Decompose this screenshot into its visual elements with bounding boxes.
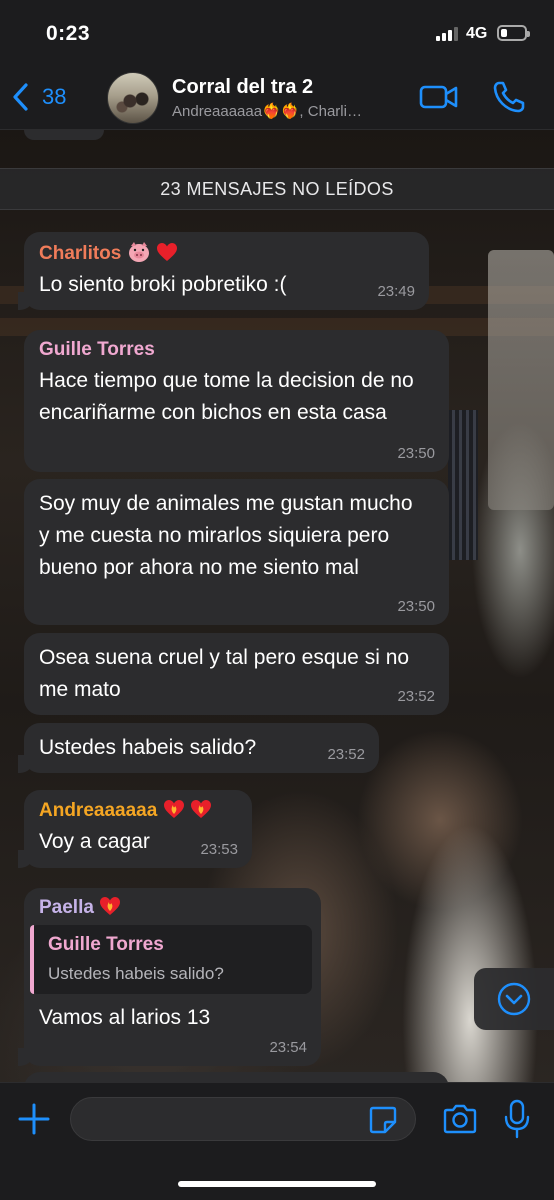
previous-message-bubble <box>24 130 104 140</box>
camera-icon[interactable] <box>442 1103 478 1135</box>
message-bubble[interactable]: Guille Torres Hace tiempo que tome la de… <box>24 330 449 472</box>
sticker-icon[interactable] <box>368 1105 398 1135</box>
chat-header: 38 Corral del tra 2 Andreaaaaaa❤️‍🔥❤️‍🔥,… <box>0 64 554 130</box>
message-time: 23:49 <box>377 283 415 300</box>
message-text: Soy muy de animales me gustan mucho y me… <box>39 492 413 579</box>
message-text: Vamos al larios 13 <box>39 1006 211 1029</box>
quote-text: Ustedes habeis salido? <box>48 964 224 983</box>
microphone-icon[interactable] <box>504 1099 530 1139</box>
unread-messages-banner: 23 MENSAJES NO LEÍDOS <box>0 168 554 210</box>
message-text: Ustedes habeis salido? <box>39 736 257 759</box>
message-bubble[interactable]: Osea suena cruel y tal pero esque si no … <box>24 633 449 715</box>
video-camera-icon[interactable] <box>418 82 460 112</box>
message-bubble[interactable]: Ustedes habeis salido? 23:52 <box>18 723 379 773</box>
chevron-down-circle-icon <box>497 982 531 1016</box>
heart-on-fire-icon <box>163 800 184 818</box>
message-input[interactable] <box>70 1097 416 1141</box>
message-time: 23:52 <box>327 746 365 763</box>
chat-title[interactable]: Corral del tra 2 <box>172 76 313 99</box>
plus-icon[interactable] <box>16 1101 52 1137</box>
sender-name: Guille Torres <box>39 339 155 360</box>
back-button[interactable]: 38 <box>10 78 66 116</box>
signal-strength-icon <box>436 27 458 41</box>
group-avatar[interactable] <box>107 72 159 124</box>
message-bubble[interactable]: Andreaaaaaa Voy a cagar 23:53 <box>18 790 252 868</box>
message-bubble[interactable]: Charlitos Lo siento broki pobretiko :( 2… <box>18 232 429 310</box>
message-time: 23:50 <box>397 445 435 462</box>
red-heart-icon <box>156 243 177 261</box>
status-bar: 0:23 4G <box>0 0 554 64</box>
reply-quote[interactable]: Guille Torres Ustedes habeis salido? <box>30 925 312 994</box>
message-bubble[interactable]: Soy muy de animales me gustan mucho y me… <box>24 479 449 625</box>
status-time: 0:23 <box>46 22 91 45</box>
message-text: Osea suena cruel y tal pero esque si no … <box>39 646 410 701</box>
chat-members-subtitle[interactable]: Andreaaaaaa❤️‍🔥❤️‍🔥, Charli… <box>172 102 404 120</box>
heart-on-fire-icon <box>100 897 121 915</box>
message-bubble[interactable]: Paella Guille Torres Ustedes habeis sali… <box>18 888 321 1066</box>
network-type: 4G <box>466 25 488 42</box>
message-time: 23:54 <box>269 1039 307 1056</box>
sender-name: Charlitos <box>39 243 122 264</box>
quote-sender: Guille Torres <box>48 934 164 955</box>
sender-name: Paella <box>39 897 94 918</box>
sender-row: Paella <box>39 896 306 919</box>
battery-level <box>501 29 507 37</box>
wallpaper-wall <box>488 250 554 510</box>
quote-accent-bar <box>30 925 34 994</box>
message-text: Lo siento broki pobretiko :( <box>39 273 287 296</box>
message-time: 23:50 <box>397 598 435 615</box>
sender-row: Andreaaaaaa <box>39 799 237 822</box>
sender-name: Andreaaaaaa <box>39 800 158 821</box>
unread-chats-count: 38 <box>42 84 67 109</box>
home-indicator <box>178 1181 376 1187</box>
message-time: 23:52 <box>397 688 435 705</box>
scroll-to-bottom-button[interactable] <box>474 968 554 1030</box>
chevron-left-icon <box>13 83 28 111</box>
message-time: 23:53 <box>200 841 238 858</box>
sender-row: Charlitos <box>39 241 414 265</box>
battery-icon <box>497 25 530 41</box>
pig-face-icon <box>128 242 149 262</box>
phone-icon[interactable] <box>492 80 526 114</box>
wallpaper-window <box>448 410 478 560</box>
message-text: Hace tiempo que tome la decision de no e… <box>39 369 414 424</box>
heart-on-fire-icon <box>190 800 211 818</box>
